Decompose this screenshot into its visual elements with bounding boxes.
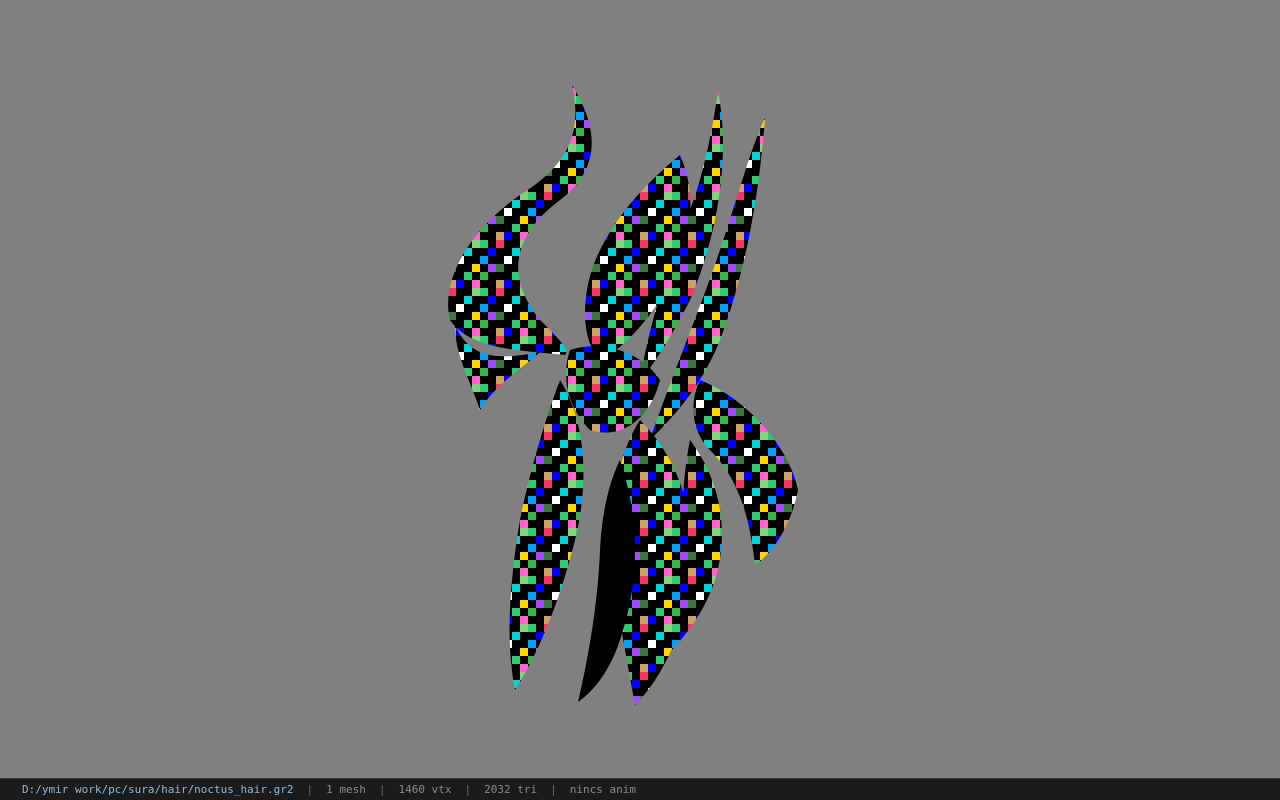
triangle-count-label: 2032 tri	[484, 783, 538, 796]
left-curl-strand	[448, 85, 592, 355]
left-long-tail	[509, 380, 584, 690]
hair-strands	[448, 85, 798, 705]
status-bar: D:/ymir work/pc/sura/hair/noctus_hair.gr…	[0, 778, 1280, 800]
separator: |	[464, 783, 472, 796]
3d-viewport[interactable]	[0, 0, 1280, 778]
hair-model-render[interactable]	[0, 0, 1280, 778]
file-path-label: D:/ymir work/pc/sura/hair/noctus_hair.gr…	[22, 783, 294, 796]
separator: |	[550, 783, 557, 796]
animation-status-label: nincs anim	[569, 783, 636, 796]
separator: |	[378, 783, 386, 796]
vertex-count-label: 1460 vtx	[398, 783, 452, 796]
separator: |	[306, 783, 314, 796]
mesh-count-label: 1 mesh	[326, 783, 366, 796]
center-dark-strand	[578, 460, 635, 702]
